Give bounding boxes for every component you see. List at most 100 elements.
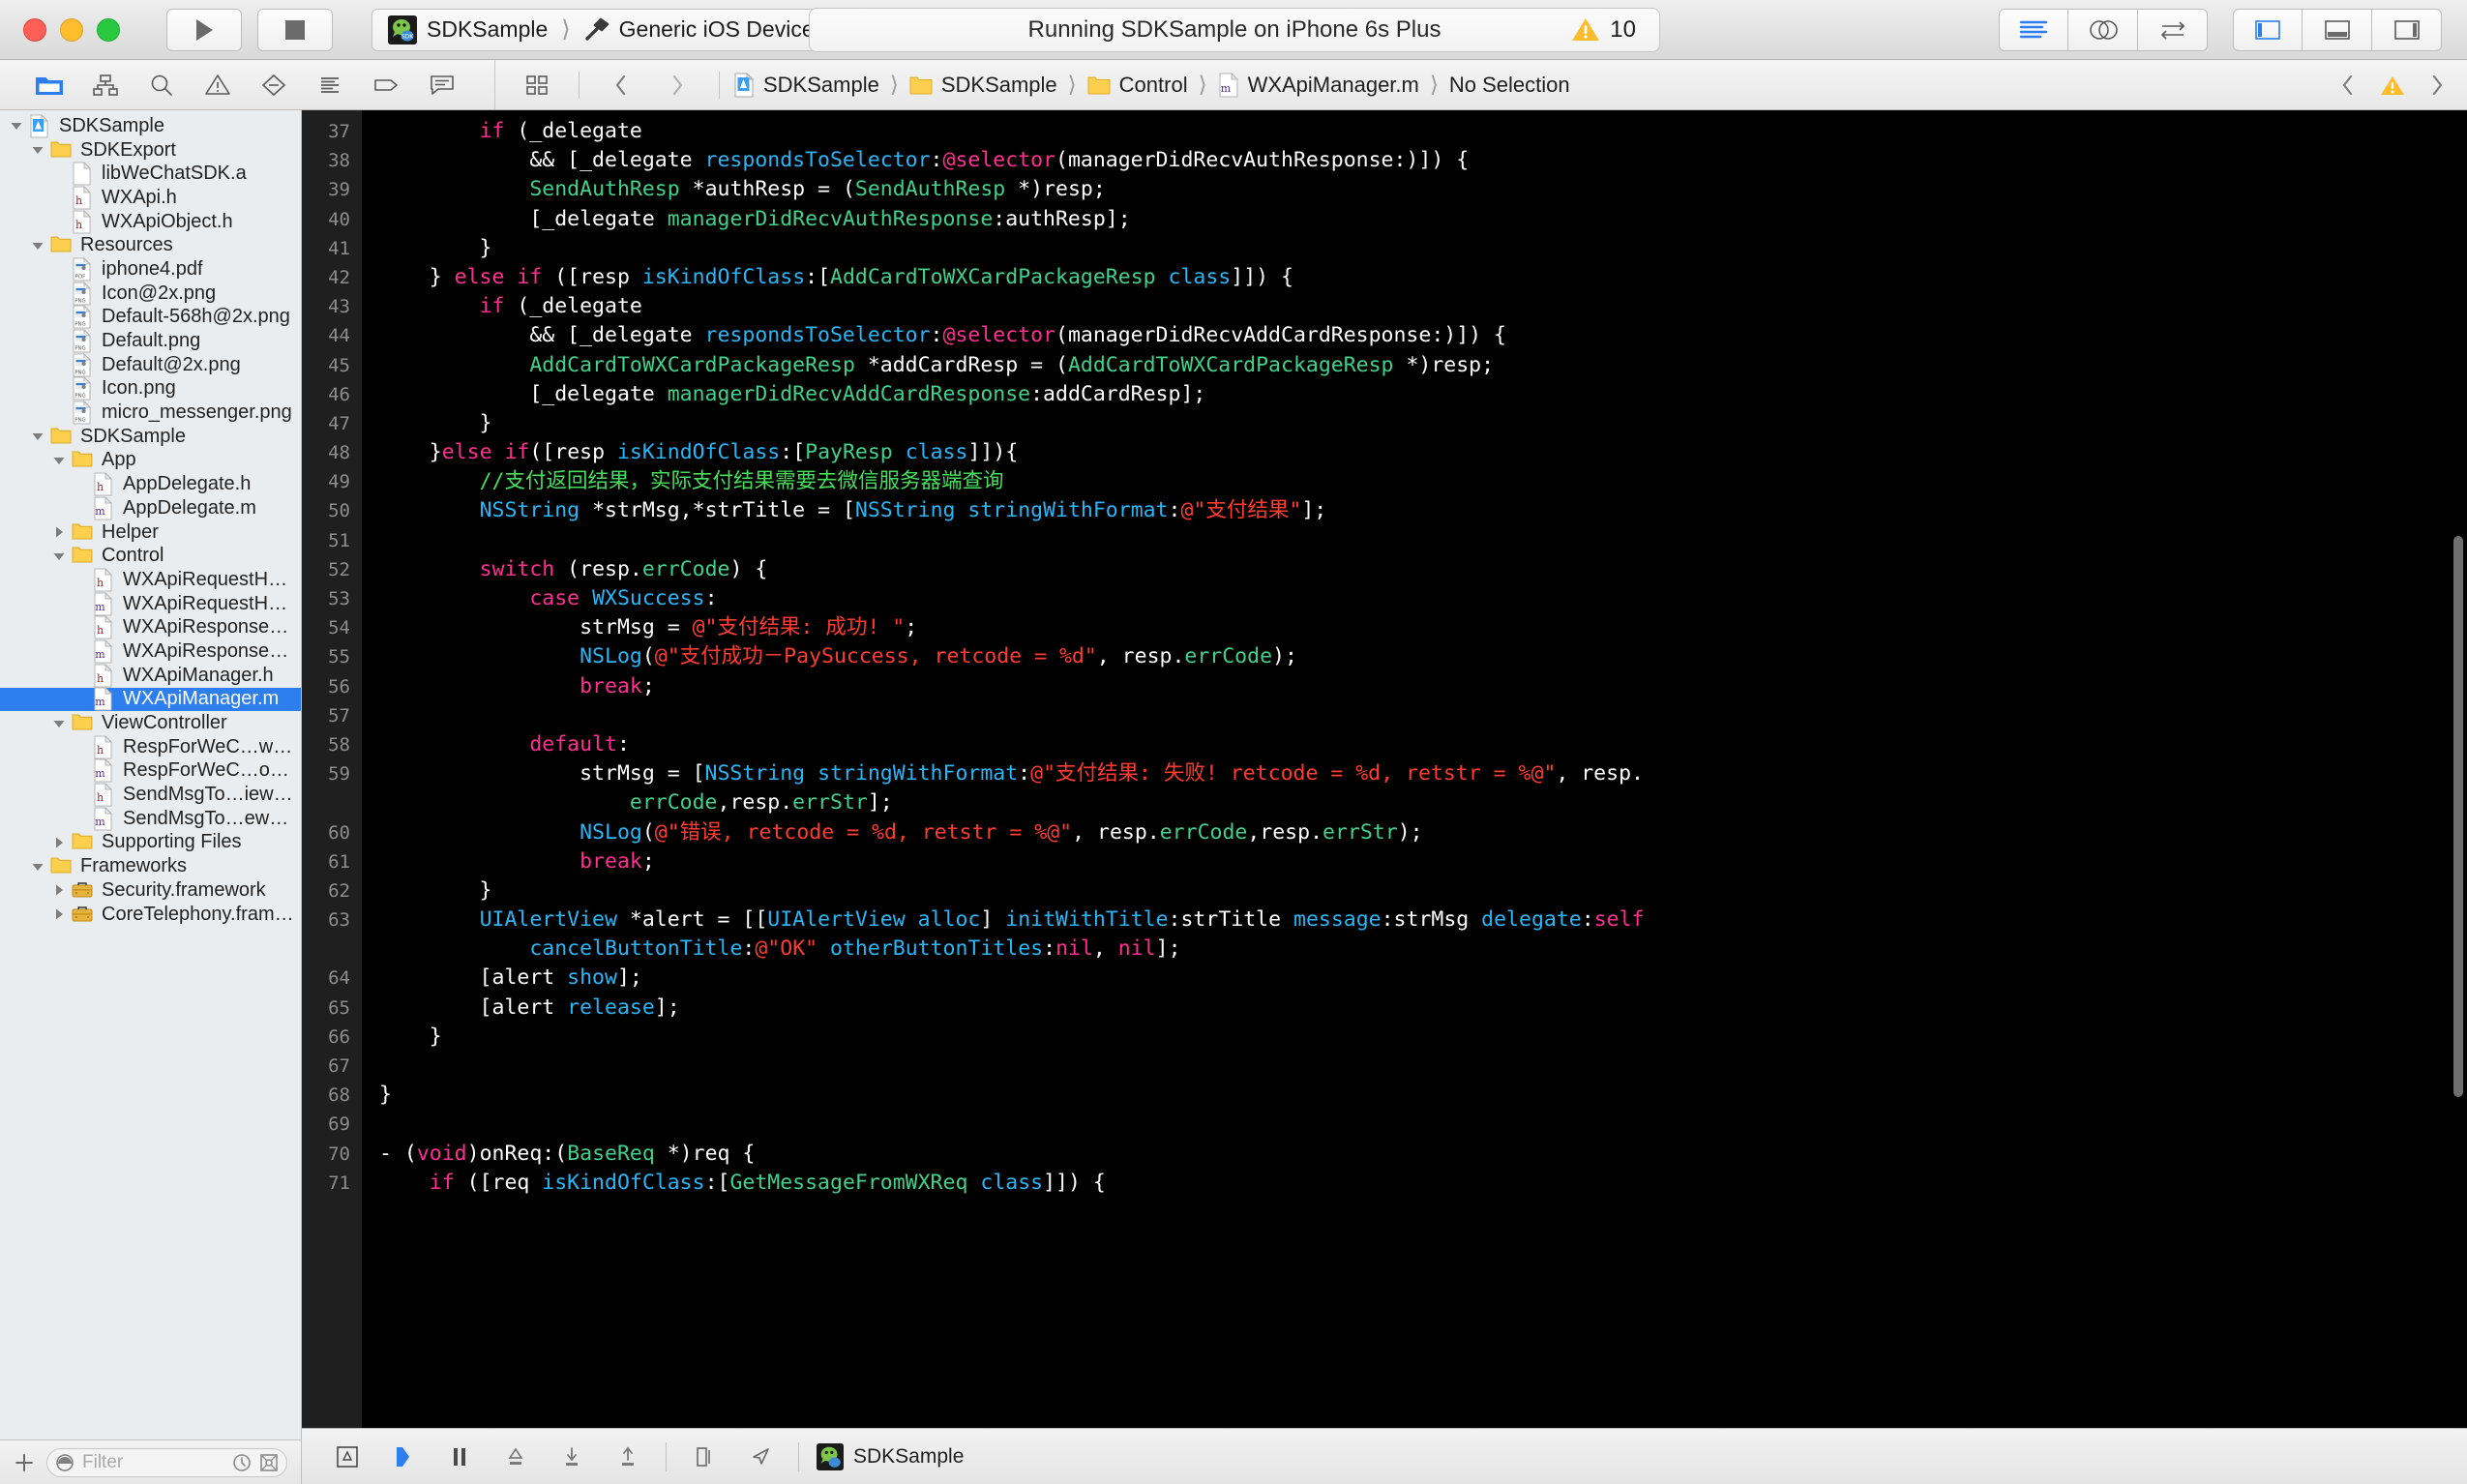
close-button[interactable] — [23, 17, 46, 42]
tree-row[interactable]: PNG micro_messenger.png — [0, 401, 301, 425]
minimize-button[interactable] — [60, 17, 83, 42]
tree-row[interactable]: PNG Icon.png — [0, 376, 301, 401]
tree-row[interactable]: Frameworks — [0, 854, 301, 878]
disclosure-triangle-right-icon[interactable] — [48, 836, 70, 849]
pause-button[interactable] — [431, 1429, 488, 1484]
code-text-area[interactable]: if (_delegate && [_delegate respondsToSe… — [362, 110, 2467, 1428]
breadcrumb-item-project[interactable]: SDKSample — [733, 72, 879, 98]
tree-row[interactable]: m AppDelegate.m — [0, 495, 301, 520]
continue-button[interactable] — [375, 1429, 431, 1484]
toggle-debug-area-button[interactable] — [2303, 8, 2372, 51]
disclosure-triangle-right-icon[interactable] — [48, 907, 70, 921]
project-tree[interactable]: SDKSample SDKExport libWeChatSDK.a h WXApi.h… — [0, 110, 301, 1439]
version-editor-button[interactable] — [2138, 8, 2208, 51]
toolbar-right-group — [1999, 8, 2442, 51]
assistant-editor-button[interactable] — [2068, 8, 2138, 51]
hide-debug-area-button[interactable] — [319, 1429, 375, 1484]
zoom-button[interactable] — [97, 17, 120, 42]
breadcrumb-item-selection[interactable]: No Selection — [1449, 73, 1570, 98]
find-navigator-button[interactable] — [134, 60, 190, 110]
simulate-location-button[interactable] — [732, 1429, 788, 1484]
project-navigator-button[interactable] — [21, 60, 77, 110]
editor-vertical-scrollbar[interactable] — [2453, 536, 2463, 1097]
disclosure-triangle-down-icon[interactable] — [27, 860, 48, 874]
breadcrumb-item-file[interactable]: m WXApiManager.m — [1218, 72, 1419, 98]
issue-navigator-button[interactable] — [190, 60, 246, 110]
issue-badge[interactable]: 10 — [1571, 16, 1636, 44]
symbol-navigator-button[interactable] — [77, 60, 134, 110]
tree-row[interactable]: libWeChatSDK.a — [0, 162, 301, 186]
m-file-icon: m — [91, 687, 116, 711]
tree-row-selected[interactable]: m WXApiManager.m — [0, 687, 301, 712]
folder-icon — [70, 544, 95, 568]
disclosure-triangle-down-icon[interactable] — [27, 143, 48, 157]
warning-triangle-icon[interactable] — [2378, 73, 2407, 98]
run-button[interactable] — [166, 8, 242, 51]
tree-row[interactable]: Supporting Files — [0, 831, 301, 855]
disclosure-triangle-down-icon[interactable] — [48, 454, 70, 467]
chevron-left-icon[interactable] — [2339, 73, 2357, 98]
source-editor[interactable]: 37 38 39 40 41 42 43 44 45 46 47 48 49 50 51 52 53 54 55 56… — [302, 110, 2467, 1428]
tree-row[interactable]: h WXApi.h — [0, 185, 301, 210]
tree-row[interactable]: Security.framework — [0, 878, 301, 903]
breadcrumb-item-group-sdksample[interactable]: SDKSample — [909, 73, 1057, 98]
step-into-button[interactable] — [544, 1429, 600, 1484]
debug-navigator-button[interactable] — [302, 60, 358, 110]
tree-row[interactable]: SDKExport — [0, 138, 301, 163]
tree-row[interactable]: h WXApiManager.h — [0, 663, 301, 688]
standard-editor-button[interactable] — [1999, 8, 2068, 51]
disclosure-triangle-down-icon[interactable] — [27, 239, 48, 252]
tree-row[interactable]: ViewController — [0, 711, 301, 735]
related-items-button[interactable] — [509, 60, 565, 110]
tree-row[interactable]: PNG Icon@2x.png — [0, 281, 301, 306]
tree-row[interactable]: h WXApiObject.h — [0, 209, 301, 234]
scheme-selector[interactable]: SDK SDKSample ⟩ Generic iOS Device — [372, 8, 831, 51]
tree-row[interactable]: h AppDelegate.h — [0, 472, 301, 496]
tree-row[interactable]: m WXApiRequestHandler.m — [0, 591, 301, 616]
toggle-utilities-button[interactable] — [2372, 8, 2442, 51]
tree-row[interactable]: SDKSample — [0, 113, 301, 138]
tree-row[interactable]: SDKSample — [0, 425, 301, 449]
tree-row[interactable]: m RespForWeC…ontroller.mm — [0, 758, 301, 784]
tree-row[interactable]: m WXApiResponseHandler.m — [0, 638, 301, 664]
toggle-navigator-button[interactable] — [2233, 8, 2303, 51]
tree-row[interactable]: h RespForWeC…wController.h — [0, 734, 301, 759]
tree-row[interactable]: PNG Default.png — [0, 329, 301, 353]
view-hierarchy-button[interactable] — [676, 1429, 732, 1484]
breadcrumb-item-group-control[interactable]: Control — [1087, 73, 1188, 98]
disclosure-triangle-right-icon[interactable] — [48, 883, 70, 897]
tree-row[interactable]: h WXApiRequestHandler.h — [0, 567, 301, 592]
disclosure-triangle-down-icon[interactable] — [48, 549, 70, 563]
report-navigator-button[interactable] — [414, 60, 470, 110]
tree-row[interactable]: Control — [0, 544, 301, 568]
code-line: UIAlertView *alert = [[UIAlertView alloc… — [379, 905, 2467, 935]
tree-row[interactable]: App — [0, 449, 301, 473]
disclosure-triangle-down-icon[interactable] — [48, 717, 70, 730]
tree-row[interactable]: PNG Default@2x.png — [0, 352, 301, 377]
disclosure-triangle-down-icon[interactable] — [6, 119, 27, 133]
forward-button[interactable] — [649, 60, 705, 110]
step-over-button[interactable] — [488, 1429, 544, 1484]
debug-scheme-item[interactable]: SDKSample — [809, 1442, 964, 1470]
breakpoint-navigator-button[interactable] — [358, 60, 414, 110]
tree-row[interactable]: CoreTelephony.framework — [0, 903, 301, 927]
add-icon[interactable] — [14, 1452, 35, 1473]
recent-clock-icon[interactable] — [232, 1453, 252, 1472]
tree-row[interactable]: PDF iphone4.pdf — [0, 256, 301, 282]
disclosure-triangle-right-icon[interactable] — [48, 525, 70, 539]
back-button[interactable] — [593, 60, 649, 110]
stop-button[interactable] — [257, 8, 333, 51]
tree-row[interactable]: Helper — [0, 520, 301, 545]
disclosure-triangle-down-icon[interactable] — [27, 430, 48, 443]
tree-row[interactable]: h WXApiResponseHandler.h — [0, 615, 301, 639]
tree-row[interactable]: h SendMsgTo…iewController.h — [0, 783, 301, 807]
tree-row[interactable]: PNG Default-568h@2x.png — [0, 305, 301, 330]
chevron-right-icon[interactable] — [2428, 73, 2446, 98]
source-control-filter-icon[interactable] — [259, 1453, 279, 1472]
code-token: } — [379, 877, 492, 903]
filter-field[interactable]: Filter — [46, 1447, 287, 1477]
test-navigator-button[interactable] — [246, 60, 302, 110]
tree-row[interactable]: m SendMsgTo…ewController.m — [0, 806, 301, 831]
step-out-button[interactable] — [600, 1429, 656, 1484]
tree-row[interactable]: Resources — [0, 233, 301, 257]
